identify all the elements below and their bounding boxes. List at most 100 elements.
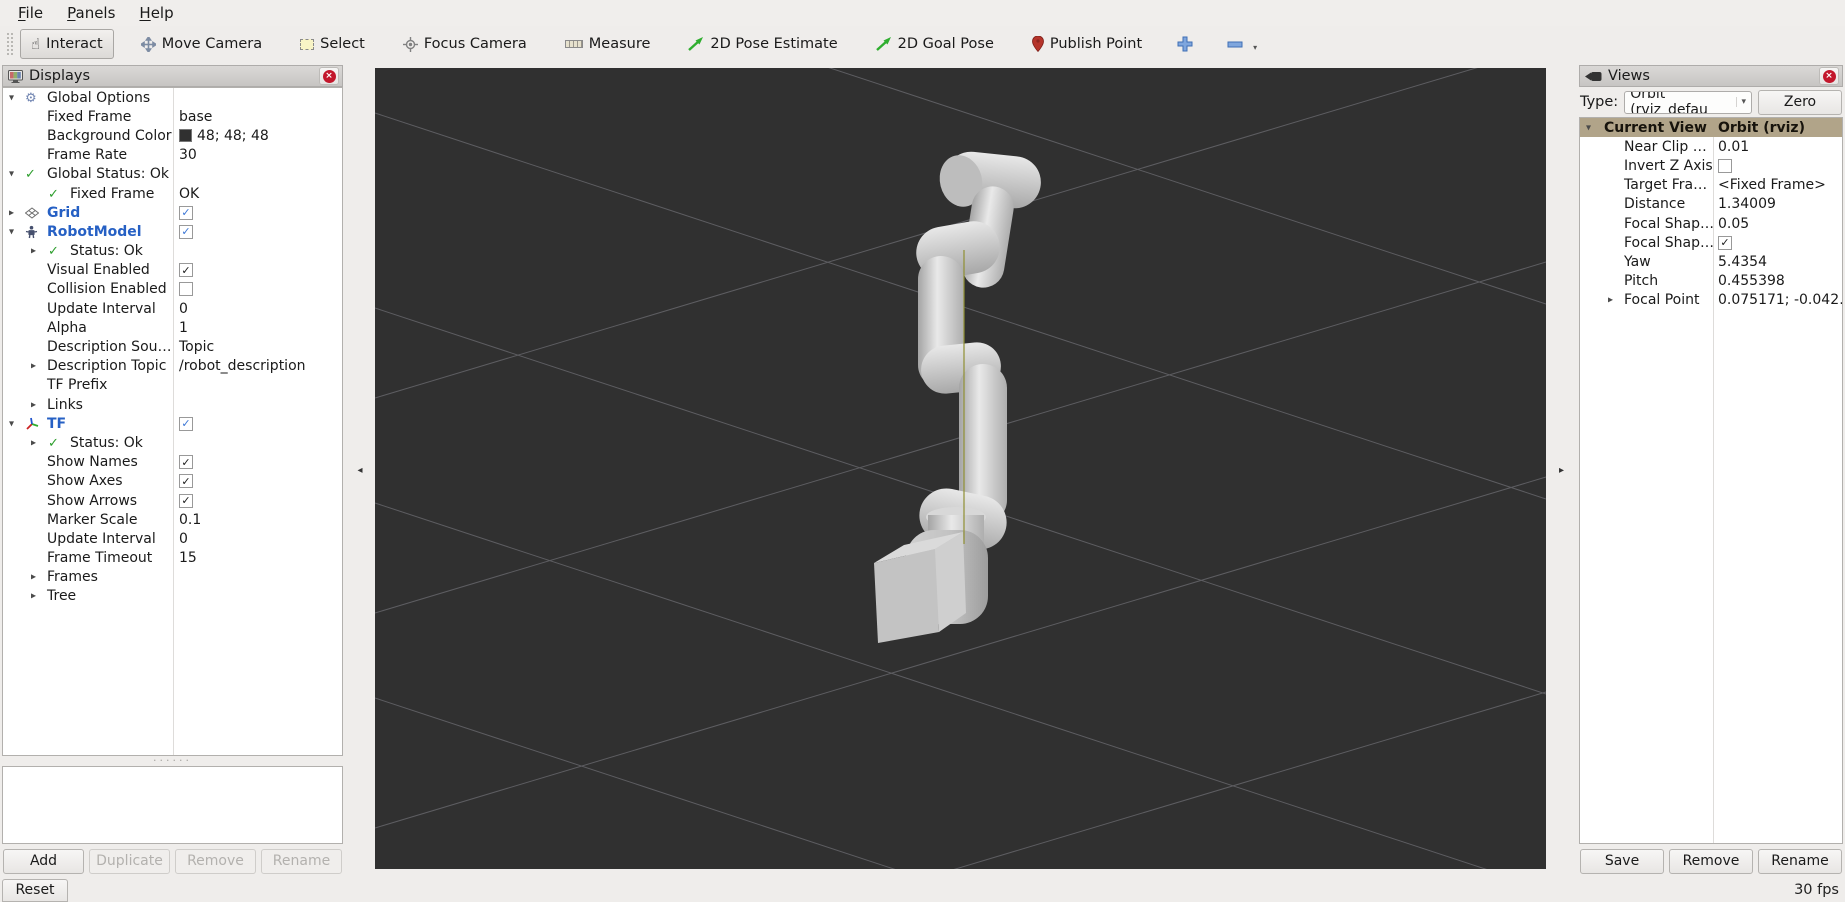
tree-row-fixed-frame[interactable]: ✓Fixed FrameOK — [3, 184, 342, 203]
checkbox-grid[interactable]: ✓ — [179, 206, 193, 220]
tree-row-grid[interactable]: ▸Grid✓ — [3, 203, 342, 222]
checkbox-show-axes[interactable]: ✓ — [179, 474, 193, 488]
collapse-expander-icon[interactable]: ▾ — [9, 418, 14, 429]
3d-viewport[interactable] — [375, 68, 1546, 869]
property-label: Fixed Frame — [70, 186, 154, 202]
tree-row-status-ok[interactable]: ▸✓Status: Ok — [3, 242, 342, 261]
checkbox-tf[interactable]: ✓ — [179, 417, 193, 431]
tree-row-distance[interactable]: Distance1.34009 — [1580, 195, 1842, 214]
tree-row-global-options[interactable]: ▾⚙Global Options — [3, 88, 342, 107]
panel-splitter-handle[interactable]: ······ — [2, 756, 343, 766]
property-value: 5.4354 — [1718, 254, 1767, 270]
tree-row-invert-z-axis[interactable]: Invert Z Axis — [1580, 156, 1842, 175]
checkbox-invert-z-axis[interactable] — [1718, 159, 1732, 173]
color-swatch[interactable] — [179, 129, 192, 142]
tree-row-frame-rate[interactable]: Frame Rate30 — [3, 146, 342, 165]
tool-select[interactable]: Select — [289, 30, 376, 58]
zoom-minus-icon — [1227, 41, 1243, 48]
tree-row-frame-timeout[interactable]: Frame Timeout15 — [3, 549, 342, 568]
expand-expander-icon[interactable]: ▸ — [31, 399, 36, 410]
checkbox-collision-enabled[interactable] — [179, 282, 193, 296]
checkbox-show-names[interactable]: ✓ — [179, 455, 193, 469]
zoom-minus-button[interactable]: ▾ — [1219, 35, 1251, 54]
views-rename-button[interactable]: Rename — [1758, 849, 1842, 874]
displays-add-button[interactable]: Add — [3, 849, 84, 874]
tree-row-description-sou[interactable]: Description Sou…Topic — [3, 337, 342, 356]
tree-row-visual-enabled[interactable]: Visual Enabled✓ — [3, 261, 342, 280]
property-value-cell: 0.455398 — [1718, 273, 1785, 289]
tree-row-tf-prefix[interactable]: TF Prefix — [3, 376, 342, 395]
tree-row-show-names[interactable]: Show Names✓ — [3, 453, 342, 472]
tool-2d-goal-pose[interactable]: 2D Goal Pose — [865, 30, 1005, 58]
expand-expander-icon[interactable]: ▸ — [9, 207, 14, 218]
collapse-left-icon[interactable]: ◂ — [357, 465, 362, 476]
tree-row-alpha[interactable]: Alpha1 — [3, 318, 342, 337]
tree-row-show-arrows[interactable]: Show Arrows✓ — [3, 491, 342, 510]
expand-expander-icon[interactable]: ▸ — [1608, 295, 1613, 306]
expand-expander-icon[interactable]: ▸ — [31, 572, 36, 583]
tree-row-show-axes[interactable]: Show Axes✓ — [3, 472, 342, 491]
menu-panels[interactable]: Panels — [57, 2, 125, 24]
tree-row-status-ok[interactable]: ▸✓Status: Ok — [3, 433, 342, 452]
tree-row-fixed-frame[interactable]: Fixed Framebase — [3, 107, 342, 126]
expand-expander-icon[interactable]: ▸ — [31, 437, 36, 448]
expand-expander-icon[interactable]: ▸ — [31, 246, 36, 257]
expand-expander-icon[interactable]: ▸ — [31, 591, 36, 602]
displays-duplicate-button: Duplicate — [89, 849, 170, 874]
checkbox-visual-enabled[interactable]: ✓ — [179, 263, 193, 277]
checkbox-show-arrows[interactable]: ✓ — [179, 494, 193, 508]
tool-2d-pose-estimate[interactable]: 2D Pose Estimate — [677, 30, 848, 58]
tree-row-robotmodel[interactable]: ▾RobotModel✓ — [3, 222, 342, 241]
reset-button[interactable]: Reset — [2, 879, 68, 902]
tree-row-marker-scale[interactable]: Marker Scale0.1 — [3, 510, 342, 529]
tree-row-near-clip[interactable]: Near Clip …0.01 — [1580, 137, 1842, 156]
tool-focus-camera[interactable]: Focus Camera — [392, 30, 538, 58]
collapse-expander-icon[interactable]: ▾ — [9, 92, 14, 103]
property-value: 0.01 — [1718, 139, 1749, 155]
property-value-cell: 0.1 — [179, 512, 201, 528]
tree-row-links[interactable]: ▸Links — [3, 395, 342, 414]
tree-row-current-view[interactable]: ▾Current ViewOrbit (rviz) — [1580, 118, 1842, 137]
tree-row-focal-point[interactable]: ▸Focal Point0.075171; -0.042… — [1580, 291, 1842, 310]
tree-row-description-topic[interactable]: ▸Description Topic/robot_description — [3, 357, 342, 376]
views-save-button[interactable]: Save — [1580, 849, 1664, 874]
tree-row-focal-shap[interactable]: Focal Shap…0.05 — [1580, 214, 1842, 233]
zoom-plus-button[interactable] — [1169, 30, 1201, 58]
expand-expander-icon[interactable]: ▸ — [31, 361, 36, 372]
tool-interact[interactable]: ☝Interact — [20, 29, 114, 59]
tree-row-update-interval[interactable]: Update Interval0 — [3, 529, 342, 548]
collapse-right-icon[interactable]: ▸ — [1559, 465, 1564, 476]
tree-row-pitch[interactable]: Pitch0.455398 — [1580, 272, 1842, 291]
checkbox-focal-shap[interactable]: ✓ — [1718, 236, 1732, 250]
collapse-expander-icon[interactable]: ▾ — [9, 226, 14, 237]
tree-row-global-status-ok[interactable]: ▾✓Global Status: Ok — [3, 165, 342, 184]
tree-row-tree[interactable]: ▸Tree — [3, 587, 342, 606]
tree-row-collision-enabled[interactable]: Collision Enabled — [3, 280, 342, 299]
property-label: Collision Enabled — [47, 281, 167, 297]
collapse-expander-icon[interactable]: ▾ — [1586, 122, 1591, 133]
tree-row-focal-shap[interactable]: Focal Shap…✓ — [1580, 233, 1842, 252]
crosshair-icon — [403, 37, 418, 52]
collapse-expander-icon[interactable]: ▾ — [9, 169, 14, 180]
tree-row-background-color[interactable]: Background Color48; 48; 48 — [3, 126, 342, 145]
property-label: Global Options — [47, 90, 150, 106]
right-splitter[interactable]: ▸ — [1546, 62, 1577, 878]
tree-row-update-interval[interactable]: Update Interval0 — [3, 299, 342, 318]
menu-file[interactable]: File — [8, 2, 53, 24]
toolbar-drag-handle[interactable] — [6, 32, 14, 56]
views-remove-button[interactable]: Remove — [1669, 849, 1753, 874]
view-type-dropdown[interactable]: Orbit (rviz_defau ▾ — [1624, 91, 1752, 114]
tree-row-tf[interactable]: ▾TF✓ — [3, 414, 342, 433]
displays-close-button[interactable]: × — [319, 67, 339, 85]
views-close-button[interactable]: × — [1819, 67, 1839, 85]
tool-publish-point[interactable]: Publish Point — [1021, 30, 1153, 58]
menu-help[interactable]: Help — [129, 2, 183, 24]
zero-button[interactable]: Zero — [1758, 90, 1842, 115]
tool-move-camera[interactable]: Move Camera — [130, 30, 273, 58]
tree-row-frames[interactable]: ▸Frames — [3, 568, 342, 587]
tree-row-target-fra[interactable]: Target Fra…<Fixed Frame> — [1580, 176, 1842, 195]
left-splitter[interactable]: ◂ — [345, 62, 375, 878]
checkbox-robotmodel[interactable]: ✓ — [179, 225, 193, 239]
tool-measure[interactable]: Measure — [554, 30, 662, 58]
tree-row-yaw[interactable]: Yaw5.4354 — [1580, 252, 1842, 271]
